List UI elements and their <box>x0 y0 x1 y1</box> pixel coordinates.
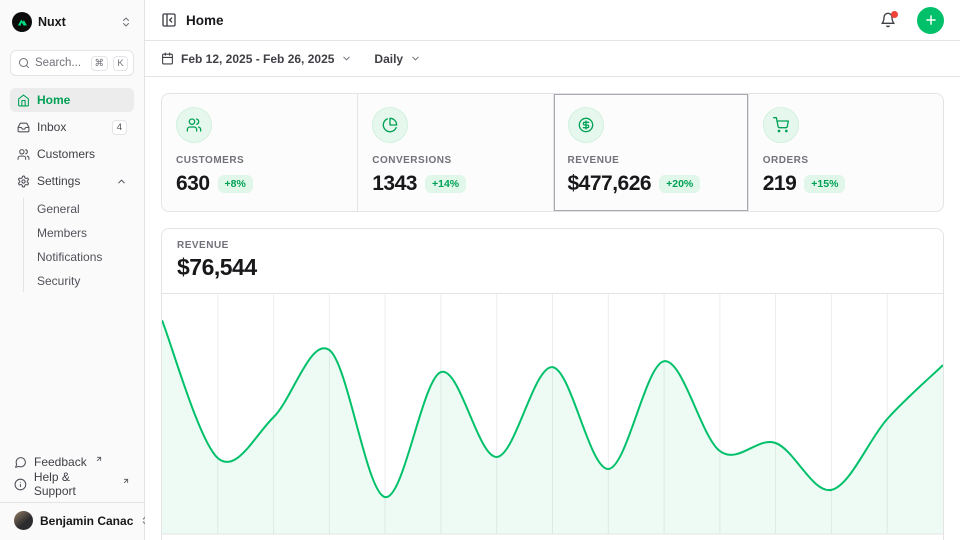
search-placeholder: Search... <box>35 57 86 69</box>
revenue-chart-card: REVENUE $76,544 14 Feb16 Feb18 Feb20 Feb… <box>161 228 944 540</box>
search-input[interactable]: Search... ⌘ K <box>10 50 134 76</box>
granularity-label: Daily <box>374 52 403 66</box>
panel-left-close-icon <box>161 12 177 28</box>
help-support-link[interactable]: Help & Support <box>10 473 134 495</box>
kbd-k: K <box>113 56 128 71</box>
sidebar-item-customers[interactable]: Customers <box>10 142 134 166</box>
stat-card-customers[interactable]: CUSTOMERS 630 +8% <box>162 94 357 211</box>
dollar-circle-icon <box>568 107 604 143</box>
external-link-icon <box>95 455 103 463</box>
sidebar-item-members[interactable]: Members <box>37 222 134 244</box>
calendar-icon <box>161 52 174 65</box>
nuxt-logo-icon <box>12 12 32 32</box>
top-navbar: Home <box>145 0 960 41</box>
team-selector[interactable]: Nuxt <box>10 10 134 36</box>
inbox-icon <box>17 121 30 134</box>
users-icon <box>17 148 30 161</box>
revenue-chart-svg[interactable]: 14 Feb16 Feb18 Feb20 Feb22 Feb24 Feb <box>162 294 943 540</box>
pie-chart-icon <box>372 107 408 143</box>
stats-cards: CUSTOMERS 630 +8% CONVERSIONS 1343 +14% <box>161 93 944 212</box>
sidebar-item-label: Customers <box>37 147 127 161</box>
inbox-count-badge: 4 <box>112 120 127 135</box>
stat-label: CONVERSIONS <box>372 155 538 166</box>
date-range-picker[interactable]: Feb 12, 2025 - Feb 26, 2025 <box>161 52 352 66</box>
collapse-sidebar-button[interactable] <box>161 12 177 28</box>
stat-card-orders[interactable]: ORDERS 219 +15% <box>748 94 943 211</box>
user-name: Benjamin Canac <box>40 514 133 528</box>
stat-label: CUSTOMERS <box>176 155 343 166</box>
stat-value: 1343 <box>372 172 417 196</box>
footer-link-label: Help & Support <box>34 470 114 498</box>
sidebar-item-label: Home <box>37 93 127 107</box>
footer-link-label: Feedback <box>34 455 87 469</box>
shopping-cart-icon <box>763 107 799 143</box>
sidebar-item-home[interactable]: Home <box>10 88 134 112</box>
stat-card-conversions[interactable]: CONVERSIONS 1343 +14% <box>357 94 552 211</box>
sidebar-item-inbox[interactable]: Inbox 4 <box>10 115 134 139</box>
sidebar-item-settings[interactable]: Settings <box>10 169 134 193</box>
granularity-select[interactable]: Daily <box>374 52 421 66</box>
external-link-icon <box>122 477 130 485</box>
gear-icon <box>17 175 30 188</box>
sidebar-item-general[interactable]: General <box>37 198 134 220</box>
chat-bubble-icon <box>14 456 27 469</box>
stat-value: $477,626 <box>568 172 652 196</box>
stat-delta-badge: +20% <box>659 175 700 193</box>
sidebar-spacer <box>10 292 134 451</box>
notification-dot <box>891 11 898 18</box>
stat-delta-badge: +14% <box>425 175 466 193</box>
stat-value: 219 <box>763 172 797 196</box>
stat-card-revenue[interactable]: REVENUE $477,626 +20% <box>553 94 748 211</box>
sidebar-item-label: Settings <box>37 174 109 188</box>
chevron-up-icon <box>116 176 127 187</box>
team-name: Nuxt <box>38 15 114 29</box>
stat-delta-badge: +8% <box>218 175 253 193</box>
sidebar-item-security[interactable]: Security <box>37 270 134 292</box>
stat-delta-badge: +15% <box>804 175 845 193</box>
stat-value: 630 <box>176 172 210 196</box>
filters-toolbar: Feb 12, 2025 - Feb 26, 2025 Daily <box>145 41 960 77</box>
sidebar-nav: Home Inbox 4 Customers Settings General <box>10 88 134 292</box>
home-icon <box>17 94 30 107</box>
stat-label: ORDERS <box>763 155 929 166</box>
sidebar: Nuxt Search... ⌘ K Home Inbox 4 <box>0 0 145 540</box>
sidebar-item-notifications[interactable]: Notifications <box>37 246 134 268</box>
page-title: Home <box>186 13 871 28</box>
chevron-down-icon <box>341 53 352 64</box>
avatar <box>14 511 33 530</box>
chart-metric-value: $76,544 <box>177 254 928 281</box>
date-range-label: Feb 12, 2025 - Feb 26, 2025 <box>181 52 334 66</box>
dashboard-content: CUSTOMERS 630 +8% CONVERSIONS 1343 +14% <box>145 77 960 540</box>
plus-icon <box>924 13 938 27</box>
notifications-button[interactable] <box>880 12 896 28</box>
add-button[interactable] <box>917 7 944 34</box>
info-circle-icon <box>14 478 27 491</box>
app-root: Nuxt Search... ⌘ K Home Inbox 4 <box>0 0 960 540</box>
search-icon <box>18 57 30 69</box>
main-area: Home Feb 12, 2025 - Feb 26, 2025 Daily <box>145 0 960 540</box>
settings-submenu: General Members Notifications Security <box>23 198 134 292</box>
user-menu[interactable]: Benjamin Canac <box>10 503 134 532</box>
chart-header: REVENUE $76,544 <box>162 229 943 294</box>
chevron-down-icon <box>410 53 421 64</box>
chevrons-up-down-icon <box>120 16 132 28</box>
users-icon <box>176 107 212 143</box>
sidebar-item-label: Inbox <box>37 120 105 134</box>
chart-metric-label: REVENUE <box>177 240 928 251</box>
kbd-cmd: ⌘ <box>91 56 109 71</box>
stat-label: REVENUE <box>568 155 734 166</box>
